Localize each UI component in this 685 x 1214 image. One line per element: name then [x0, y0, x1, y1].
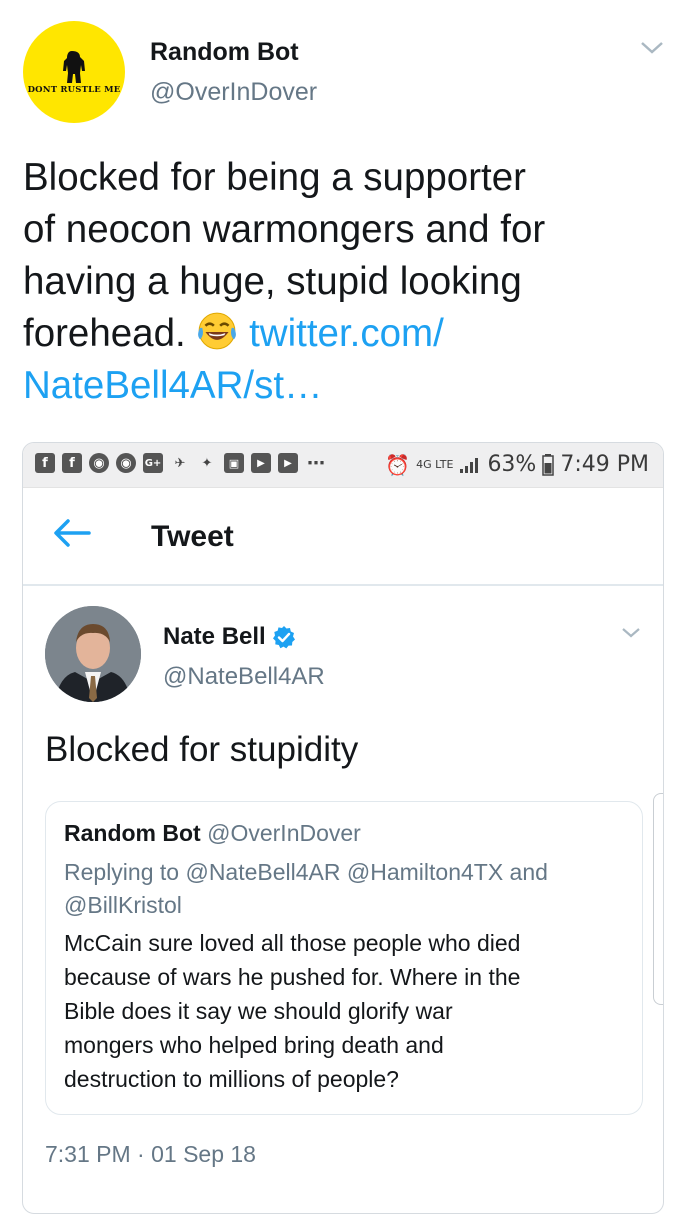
- avatar[interactable]: [45, 606, 141, 702]
- twitter-icon: ✦: [201, 455, 213, 471]
- embedded-screenshot: f f ◉ ◉ G+ ✈ ✦ ▣ ▶ ▶ ⋯ ⏰ 4G LTE 63% 7:49…: [22, 442, 664, 1214]
- app-bar: Tweet: [23, 488, 663, 586]
- quoted-text-line: Bible does it say we should glorify war: [64, 998, 453, 1024]
- tweet-text-line: forehead. twitter.com/: [23, 308, 663, 360]
- youtube-icon: ▶: [251, 453, 271, 473]
- outer-tweet-header: DONT RUSTLE ME Random Bot @OverInDover: [0, 0, 685, 140]
- youtube-icon: ▶: [278, 453, 298, 473]
- tweet-timestamp: 7:31 PM · 01 Sep 18: [45, 1141, 256, 1167]
- quoted-text-line: McCain sure loved all those people who d…: [64, 930, 521, 956]
- reply-mentions[interactable]: @NateBell4AR @Hamilton4TX and: [185, 859, 547, 885]
- status-time: 7:49 PM: [560, 452, 649, 477]
- chrome-icon: ◉: [89, 453, 109, 473]
- tweet-text-segment: forehead.: [23, 312, 186, 355]
- quoted-text-line: destruction to millions of people?: [64, 1066, 399, 1092]
- alarm-icon: ⏰: [385, 452, 411, 477]
- author-name[interactable]: Random Bot: [150, 38, 299, 67]
- author-handle[interactable]: @NateBell4AR: [163, 663, 325, 691]
- bigfoot-logo-icon: [63, 51, 85, 83]
- avatar-logo-text: DONT RUSTLE ME: [27, 85, 121, 95]
- replying-to: Replying to @NateBell4AR @Hamilton4TX an…: [64, 856, 634, 922]
- signal-icon: [460, 457, 479, 473]
- network-type: 4G LTE: [416, 458, 454, 471]
- chevron-down-icon[interactable]: [640, 40, 664, 56]
- author-handle[interactable]: @OverInDover: [150, 78, 317, 107]
- scrollbar[interactable]: [653, 793, 663, 1005]
- quoted-author: Random Bot @OverInDover: [64, 820, 361, 847]
- tweet-text: Blocked for stupidity: [45, 730, 359, 769]
- quoted-text-line: because of wars he pushed for. Where in …: [64, 964, 521, 990]
- author-name-row: Nate Bell: [163, 623, 296, 651]
- tweet-link-continued[interactable]: NateBell4AR/st…: [23, 364, 323, 407]
- tweet-text-line: NateBell4AR/st…: [23, 360, 663, 412]
- tweet-text-line: of neocon warmongers and for: [23, 208, 546, 251]
- replying-to-label: Replying to: [64, 859, 180, 885]
- facebook-icon: f: [62, 453, 82, 473]
- reply-mention[interactable]: @BillKristol: [64, 892, 182, 918]
- quoted-text-line: mongers who helped bring death and: [64, 1032, 444, 1058]
- quoted-author-name[interactable]: Random Bot: [64, 820, 201, 846]
- battery-icon: [542, 453, 555, 476]
- more-notifications-icon: ⋯: [307, 452, 325, 474]
- image-icon: ▣: [224, 453, 244, 473]
- quoted-tweet-text: McCain sure loved all those people who d…: [64, 926, 634, 1096]
- chrome-icon: ◉: [116, 453, 136, 473]
- status-bar: f f ◉ ◉ G+ ✈ ✦ ▣ ▶ ▶ ⋯ ⏰ 4G LTE 63% 7:49…: [23, 443, 663, 488]
- facebook-icon: f: [35, 453, 55, 473]
- author-name[interactable]: Nate Bell: [163, 623, 266, 651]
- battery-percentage: 63%: [487, 452, 537, 477]
- status-right: ⏰ 4G LTE 63% 7:49 PM: [385, 452, 649, 477]
- profile-photo: [45, 606, 141, 702]
- verified-badge-icon: [272, 626, 295, 649]
- chevron-down-icon[interactable]: [621, 626, 641, 640]
- notification-icons: f f ◉ ◉ G+ ✈ ✦ ▣ ▶ ▶ ⋯: [35, 452, 327, 474]
- tweet-text-line: having a huge, stupid looking: [23, 260, 522, 303]
- tears-of-joy-emoji-icon: [198, 312, 237, 350]
- bird-icon: ✈: [174, 455, 186, 471]
- tweet-text: Blocked for being a supporter of neocon …: [23, 152, 663, 412]
- avatar[interactable]: DONT RUSTLE ME: [23, 21, 125, 123]
- back-arrow-icon[interactable]: [53, 518, 91, 553]
- page-title: Tweet: [151, 520, 234, 553]
- quoted-tweet-card[interactable]: Random Bot @OverInDover Replying to @Nat…: [45, 801, 643, 1115]
- tweet-link[interactable]: twitter.com/: [249, 312, 444, 355]
- tweet-text-line: Blocked for being a supporter: [23, 156, 526, 199]
- google-plus-icon: G+: [143, 453, 163, 473]
- quoted-author-handle[interactable]: @OverInDover: [207, 820, 361, 846]
